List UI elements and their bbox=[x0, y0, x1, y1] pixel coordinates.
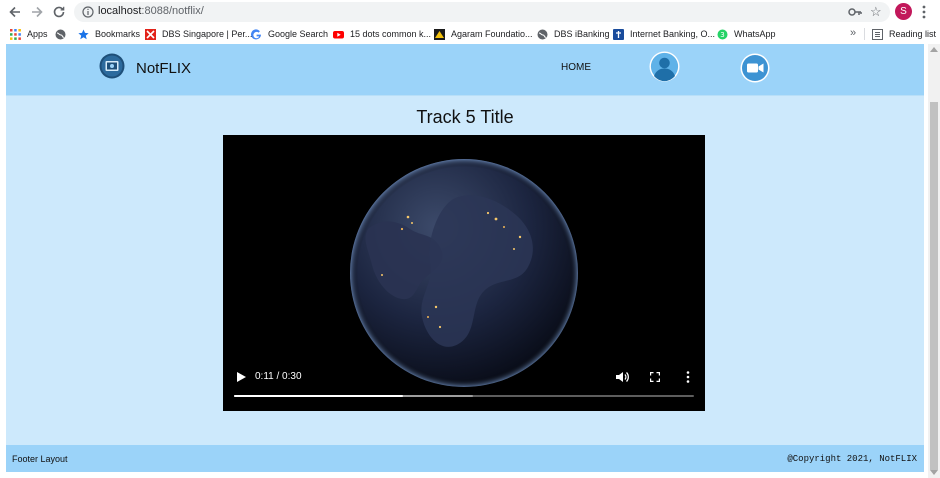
page: NotFLIX HOME Track 5 Title 0:11 / 0:30 F… bbox=[6, 44, 924, 472]
bookmark-agaram[interactable]: Agaram Foundatio... bbox=[434, 28, 533, 40]
star-icon[interactable]: ☆ bbox=[870, 4, 882, 20]
nav-home-link[interactable]: HOME bbox=[561, 62, 591, 73]
seek-bar-progress[interactable] bbox=[234, 395, 403, 397]
reload-icon[interactable] bbox=[50, 3, 68, 21]
track-title: Track 5 Title bbox=[416, 107, 514, 127]
bookmark-dbs-ibanking[interactable]: DBS iBanking bbox=[537, 28, 610, 40]
page-scrollbar[interactable] bbox=[928, 44, 940, 478]
bookmarks-separator bbox=[864, 28, 865, 40]
user-avatar-icon[interactable] bbox=[649, 51, 680, 82]
footer-layout-text: Footer Layout bbox=[12, 454, 68, 464]
bookmark-label: DBS iBanking bbox=[554, 29, 610, 39]
bookmark-bookmarks[interactable]: Bookmarks bbox=[78, 28, 140, 40]
bookmark-label: Google Search bbox=[268, 29, 329, 39]
scroll-up-icon[interactable] bbox=[930, 47, 938, 52]
video-controls: 0:11 / 0:30 bbox=[223, 135, 705, 411]
profile-avatar[interactable]: S bbox=[895, 3, 912, 20]
bookmark-star-icon bbox=[78, 29, 89, 39]
browser-toolbar: localhost:8088/notflix/ ☆ S bbox=[0, 0, 940, 24]
bookmark-label: DBS Singapore | Per... bbox=[162, 29, 253, 39]
google-icon bbox=[251, 28, 261, 39]
site-header: NotFLIX HOME bbox=[6, 44, 924, 96]
more-options-icon[interactable] bbox=[685, 370, 691, 384]
play-icon[interactable] bbox=[235, 371, 247, 383]
bookmark-label: WhatsApp bbox=[734, 29, 776, 39]
info-icon[interactable] bbox=[82, 6, 94, 18]
site-footer: Footer Layout @Copyright 2021, NotFLIX bbox=[6, 445, 924, 472]
globe-icon bbox=[537, 29, 548, 39]
address-bar[interactable]: localhost:8088/notflix/ ☆ bbox=[74, 2, 890, 22]
video-time: 0:11 / 0:30 bbox=[255, 371, 302, 382]
bookmark-globe[interactable] bbox=[55, 28, 72, 40]
reading-list[interactable]: Reading list bbox=[872, 28, 936, 40]
bookmark-label: Apps bbox=[27, 29, 48, 39]
bookmark-label: Internet Banking, O... bbox=[630, 29, 716, 39]
bookmarks-bar: Apps Bookmarks DBS Singapore | Per... Go… bbox=[0, 24, 940, 44]
svg-text:3: 3 bbox=[720, 31, 724, 39]
bookmark-youtube[interactable]: 15 dots common k... bbox=[333, 28, 431, 40]
bookmark-apps[interactable]: Apps bbox=[10, 28, 48, 40]
bookmark-whatsapp[interactable]: 3 WhatsApp bbox=[717, 28, 776, 40]
volume-icon[interactable] bbox=[615, 370, 629, 384]
bookmark-dbs-singapore[interactable]: DBS Singapore | Per... bbox=[145, 28, 252, 40]
reading-list-label: Reading list bbox=[889, 29, 937, 39]
forward-icon[interactable] bbox=[28, 3, 46, 21]
video-player[interactable]: 0:11 / 0:30 bbox=[223, 135, 705, 411]
footer-copyright: @Copyright 2021, NotFLIX bbox=[787, 454, 917, 464]
bookmark-internet-banking[interactable]: Internet Banking, O... bbox=[613, 28, 715, 40]
reading-list-icon bbox=[872, 28, 883, 40]
more-bookmarks-icon[interactable]: » bbox=[850, 27, 856, 39]
bookmark-label: Agaram Foundatio... bbox=[451, 29, 533, 39]
youtube-icon bbox=[333, 30, 344, 38]
bookmark-label: Bookmarks bbox=[95, 29, 141, 39]
video-camera-icon[interactable] bbox=[740, 53, 770, 83]
back-icon[interactable] bbox=[6, 3, 24, 21]
url-host: localhost bbox=[98, 5, 142, 17]
url-text[interactable]: localhost:8088/notflix/ bbox=[98, 5, 204, 17]
scroll-down-icon[interactable] bbox=[930, 470, 938, 475]
url-path: :8088/notflix/ bbox=[141, 5, 204, 17]
brand-name[interactable]: NotFLIX bbox=[136, 60, 191, 77]
fullscreen-icon[interactable] bbox=[650, 372, 660, 382]
bank-icon bbox=[613, 28, 624, 40]
kebab-icon[interactable] bbox=[920, 4, 928, 20]
scroll-thumb[interactable] bbox=[930, 102, 938, 470]
logo-icon[interactable] bbox=[99, 53, 125, 79]
viewport: NotFLIX HOME Track 5 Title 0:11 / 0:30 F… bbox=[0, 44, 940, 478]
apps-grid-icon bbox=[10, 28, 21, 40]
whatsapp-icon: 3 bbox=[717, 29, 728, 39]
globe-icon bbox=[55, 29, 66, 39]
agaram-icon bbox=[434, 28, 445, 40]
bookmark-google[interactable]: Google Search bbox=[251, 28, 328, 40]
dbs-icon bbox=[145, 28, 156, 40]
key-icon[interactable] bbox=[848, 6, 862, 18]
bookmark-label: 15 dots common k... bbox=[350, 29, 432, 39]
